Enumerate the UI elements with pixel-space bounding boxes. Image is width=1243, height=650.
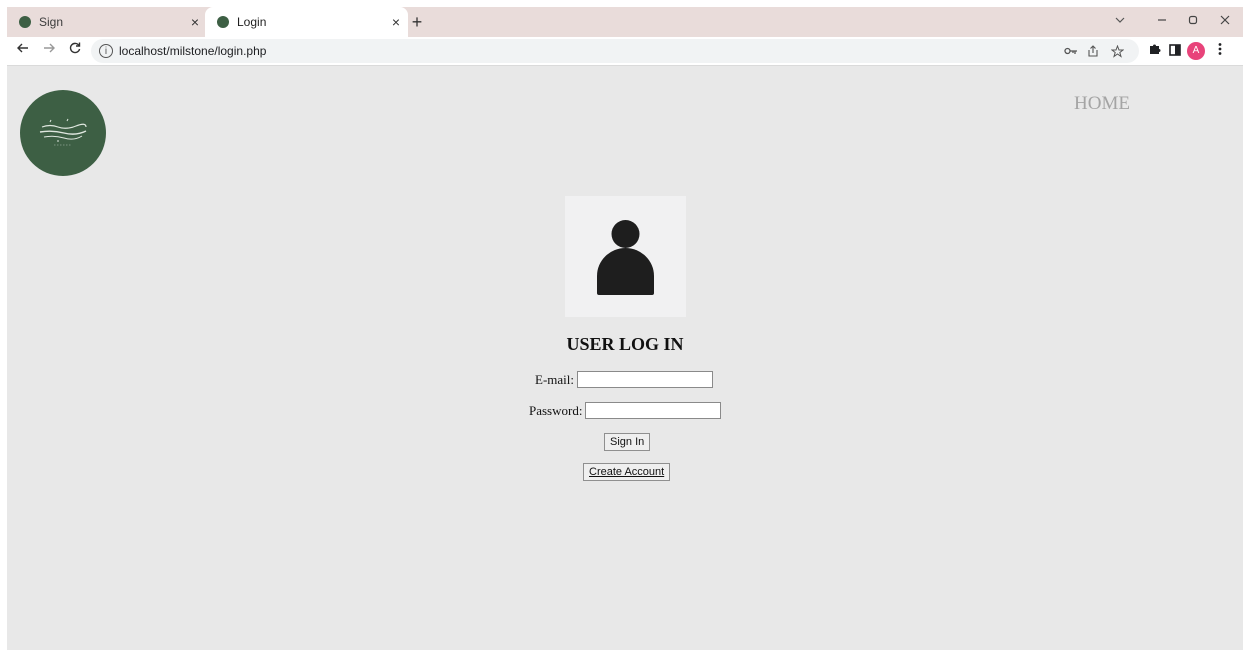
user-silhouette-icon: [597, 220, 654, 295]
password-field[interactable]: [585, 402, 722, 419]
url-text: localhost/milstone/login.php: [119, 44, 267, 58]
close-window-icon[interactable]: [1214, 13, 1236, 29]
key-icon[interactable]: [1063, 45, 1079, 59]
sign-in-button[interactable]: Sign In: [604, 433, 651, 451]
site-info-icon[interactable]: i: [99, 44, 113, 58]
minimize-icon[interactable]: [1151, 13, 1173, 29]
password-label: Password:: [529, 402, 583, 418]
site-logo[interactable]: [20, 90, 106, 176]
tab-login[interactable]: Login ×: [205, 7, 408, 37]
site-favicon-icon: [217, 16, 229, 28]
page-title: USER LOG IN: [566, 334, 684, 354]
omnibox[interactable]: i localhost/milstone/login.php: [91, 39, 1139, 63]
tab-label: Sign: [39, 15, 64, 29]
tab-search-icon[interactable]: [1109, 13, 1131, 29]
calligraphy-logo-icon: [39, 118, 87, 146]
more-menu-icon[interactable]: [1210, 41, 1230, 61]
close-tab-icon[interactable]: ×: [183, 14, 207, 30]
extensions-puzzle-icon[interactable]: [1145, 41, 1165, 61]
browser-window: Sign × Login × + i localhost/milstone/lo…: [7, 7, 1243, 650]
reload-icon[interactable]: [65, 41, 85, 61]
user-avatar-image: [565, 196, 686, 317]
email-row: E-mail:: [535, 371, 713, 388]
bookmark-star-icon[interactable]: [1109, 44, 1125, 61]
tab-strip: Sign × Login × +: [7, 7, 1243, 37]
tab-sign[interactable]: Sign ×: [7, 7, 207, 37]
restore-icon[interactable]: [1182, 13, 1204, 29]
forward-arrow-icon[interactable]: [39, 41, 59, 61]
password-row: Password:: [529, 402, 722, 419]
email-field[interactable]: [577, 371, 713, 388]
home-link[interactable]: HOME: [1074, 93, 1130, 115]
email-label: E-mail:: [535, 371, 574, 387]
page-content: HOME USER LOG IN E-mail: Password: Sign …: [7, 66, 1243, 650]
address-bar: i localhost/milstone/login.php A: [7, 37, 1243, 66]
side-panel-icon[interactable]: [1165, 41, 1185, 61]
close-tab-icon[interactable]: ×: [384, 14, 408, 30]
new-tab-button[interactable]: +: [407, 12, 427, 32]
profile-avatar[interactable]: A: [1187, 42, 1205, 60]
site-favicon-icon: [19, 16, 31, 28]
create-account-button[interactable]: Create Account: [583, 463, 671, 481]
tab-label: Login: [237, 15, 267, 29]
share-icon[interactable]: [1085, 45, 1101, 60]
back-arrow-icon[interactable]: [13, 41, 33, 61]
